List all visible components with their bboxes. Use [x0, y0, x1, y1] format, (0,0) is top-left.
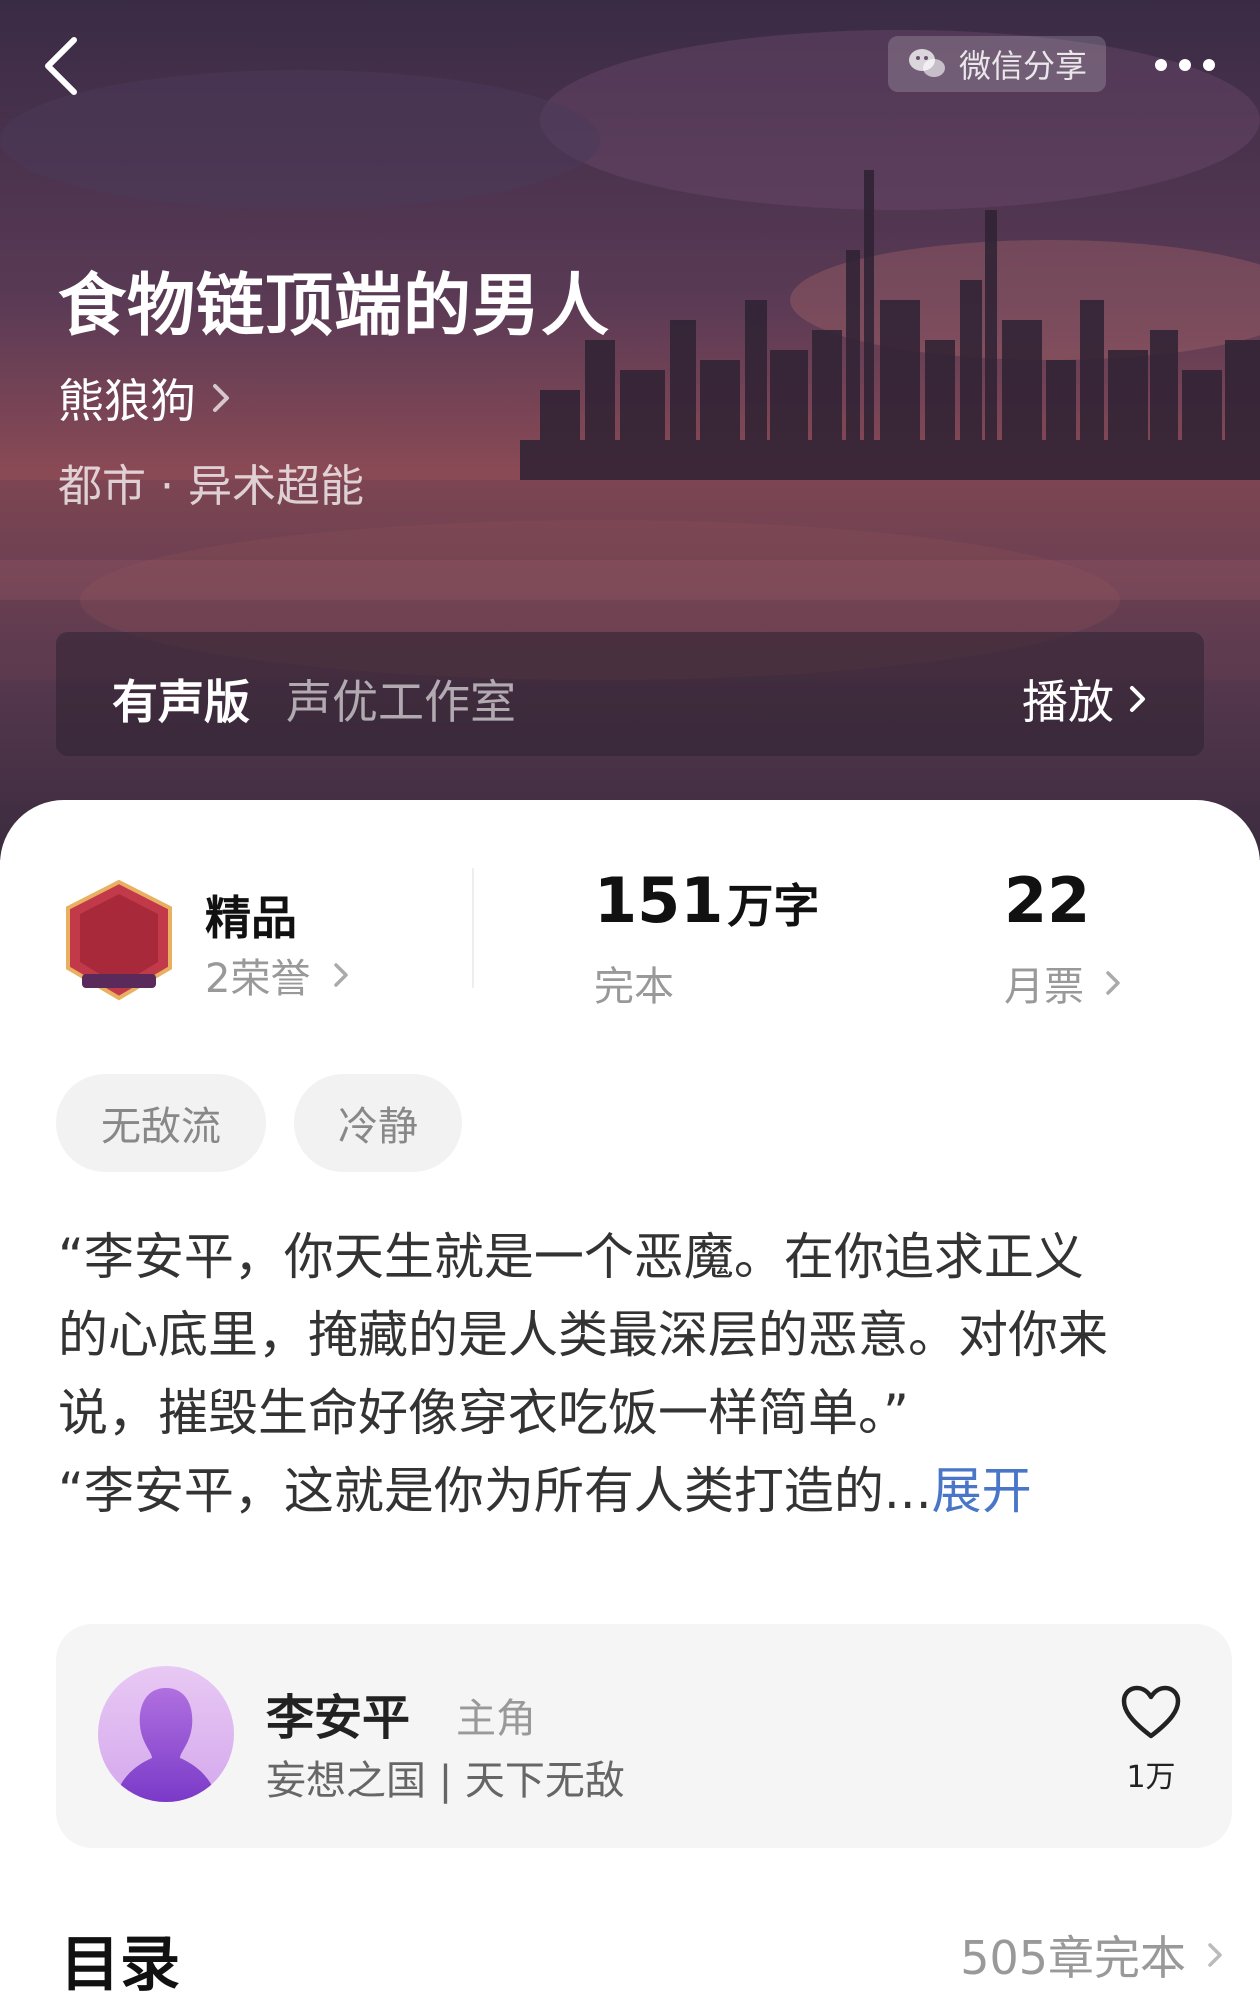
book-detail-card: 精品 2荣誉 151 万字 完本 22 月票 无敌流 冷静 “李安平，你天生就是…: [0, 800, 1260, 2007]
heart-icon: [1121, 1685, 1181, 1739]
synopsis-line: “李安平，这就是你为所有人类打造的...: [58, 1462, 932, 1520]
book-header: 微信分享 食物链顶端的男人 熊狼狗 都市 · 异术超能 有声版 声优工作室 播放: [0, 0, 1260, 860]
completion-status: 完本: [594, 964, 674, 1010]
more-dot-icon: [1155, 59, 1167, 71]
monthly-tickets-link[interactable]: 月票: [1004, 954, 1122, 1012]
chevron-right-icon: [213, 384, 229, 412]
premium-channel-badge-icon: [66, 879, 172, 1001]
character-name: 李安平: [266, 1690, 411, 1746]
chevron-right-icon: [1106, 971, 1120, 995]
word-count-unit: 万字: [727, 879, 820, 933]
character-like-count: 1万: [1126, 1760, 1176, 1795]
author-link[interactable]: 熊狼狗: [58, 365, 232, 431]
chapter-count: 505章完本: [960, 1931, 1186, 1985]
table-of-contents-link[interactable]: 505章完本: [960, 1922, 1224, 1988]
character-silhouette-icon: [98, 1666, 234, 1802]
honors-link[interactable]: 2荣誉: [205, 946, 350, 1004]
tag-chip[interactable]: 无敌流: [56, 1074, 266, 1172]
wechat-icon: [908, 49, 945, 77]
synopsis-line: 说，摧毁生命好像穿衣吃饭一样简单。”: [58, 1384, 909, 1442]
monthly-tickets-count: 22: [1004, 864, 1091, 937]
quality-title: 精品: [205, 891, 297, 945]
wechat-share-button[interactable]: 微信分享: [888, 36, 1106, 92]
wechat-share-label: 微信分享: [958, 47, 1087, 85]
audio-play-button[interactable]: 播放: [1022, 666, 1148, 732]
synopsis: “李安平，你天生就是一个恶魔。在你追求正义 的心底里，掩藏的是人类最深层的恶意。…: [58, 1218, 1218, 1530]
book-title: 食物链顶端的男人: [58, 266, 611, 346]
stats-divider: [472, 868, 474, 988]
synopsis-last-line: “李安平，这就是你为所有人类打造的...展开: [58, 1452, 1218, 1530]
expand-synopsis-link[interactable]: 展开: [932, 1462, 1032, 1520]
genre-label: 都市 · 异术超能: [58, 461, 364, 512]
character-like-button[interactable]: 1万: [1116, 1684, 1186, 1796]
chevron-right-icon: [334, 963, 349, 987]
quality-badge[interactable]: [60, 878, 178, 1002]
chevron-right-icon: [1130, 686, 1145, 712]
word-count: 151 万字: [594, 864, 819, 937]
more-dot-icon: [1203, 59, 1215, 71]
audio-version-label: 有声版: [112, 675, 250, 729]
more-options-button[interactable]: [1140, 40, 1230, 90]
tag-chip[interactable]: 冷静: [294, 1074, 462, 1172]
monthly-tickets-label: 月票: [1004, 964, 1084, 1010]
word-count-number: 151: [594, 864, 724, 937]
back-button[interactable]: [40, 28, 100, 108]
character-tags: 妄想之国 | 天下无敌: [266, 1758, 625, 1804]
author-name: 熊狼狗: [58, 374, 196, 428]
synopsis-line: “李安平，你天生就是一个恶魔。在你追求正义: [58, 1228, 1084, 1286]
audio-studio-name: 声优工作室: [286, 675, 516, 729]
chevron-right-icon: [1208, 1943, 1222, 1967]
table-of-contents-title: 目录: [60, 1930, 180, 2000]
synopsis-line: 的心底里，掩藏的是人类最深层的恶意。对你来: [58, 1306, 1108, 1364]
character-avatar: [98, 1666, 234, 1802]
audio-play-label: 播放: [1022, 675, 1114, 729]
character-role: 主角: [456, 1696, 536, 1742]
main-character-card[interactable]: 李安平 主角 妄想之国 | 天下无敌 1万: [56, 1624, 1232, 1848]
chevron-left-icon: [45, 37, 77, 95]
more-dot-icon: [1179, 59, 1191, 71]
honors-count: 2荣誉: [205, 956, 311, 1002]
audio-version-bar[interactable]: 有声版 声优工作室 播放: [56, 632, 1204, 756]
